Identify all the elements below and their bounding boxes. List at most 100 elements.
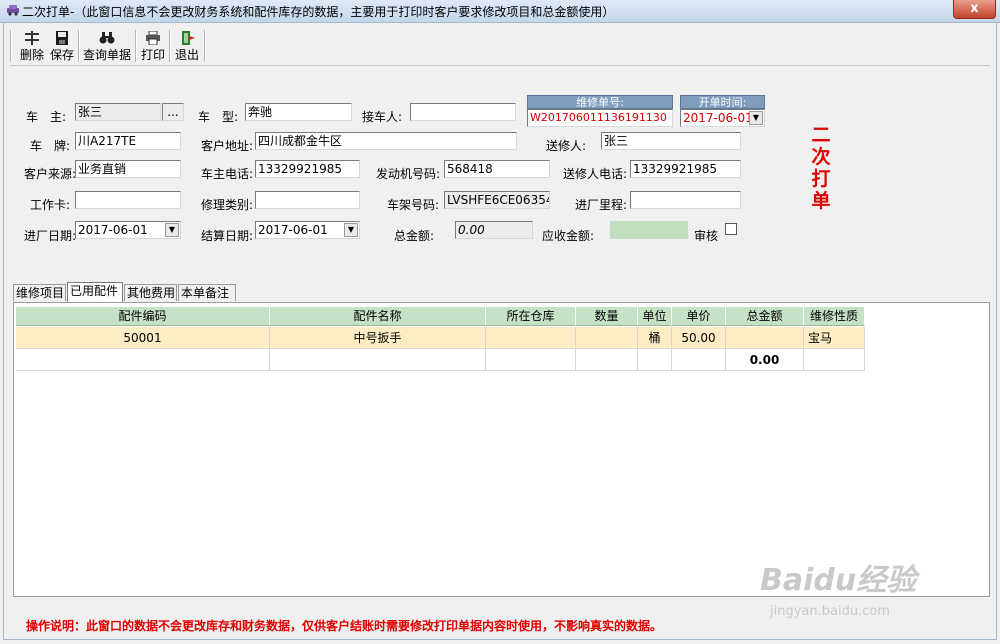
exit-button[interactable]: 退出: [173, 29, 201, 63]
floppy-disk-icon: [56, 31, 68, 45]
repair-type-input[interactable]: [255, 191, 360, 209]
table-cell[interactable]: 宝马: [804, 327, 865, 349]
workcard-input[interactable]: [75, 191, 181, 209]
table-cell[interactable]: [638, 349, 672, 371]
column-header[interactable]: 维修性质: [804, 307, 865, 326]
model-label: 车 型:: [198, 110, 239, 124]
sender-phone-label: 送修人电话:: [563, 167, 628, 181]
model-input[interactable]: 奔驰: [245, 103, 352, 121]
table-cell[interactable]: [486, 327, 576, 349]
receivable-input[interactable]: [610, 221, 688, 239]
plate-input[interactable]: 川A217TE: [75, 132, 181, 150]
sender-input[interactable]: 张三: [601, 132, 741, 150]
window-title: 二次打单-（此窗口信息不会更改财务系统和配件库存的数据，主要用于打印时客户要求修…: [22, 5, 615, 19]
save-label: 保存: [49, 48, 74, 62]
sender-label: 送修人:: [546, 139, 587, 153]
watermark: Baidu经验: [760, 563, 917, 598]
source-input[interactable]: 业务直销: [75, 160, 181, 178]
receiver-label: 接车人:: [362, 110, 403, 124]
tab-repair-items[interactable]: 维修项目: [13, 284, 66, 301]
owner-phone-label: 车主电话:: [201, 167, 254, 181]
plate-label: 车 牌:: [30, 139, 71, 153]
table-cell[interactable]: [726, 327, 804, 349]
exit-label: 退出: [174, 48, 199, 62]
table-cell[interactable]: 50001: [16, 327, 270, 349]
watermark-url: jingyan.baidu.com: [770, 604, 890, 619]
repair-type-label: 修理类别:: [201, 198, 254, 212]
delete-label: 删除: [19, 48, 44, 62]
repair-no-input[interactable]: W201706011136191130: [527, 109, 673, 127]
toolbar-separator: [78, 30, 80, 62]
toolbar-separator: [135, 30, 137, 62]
settle-date-value: 2017-06-01: [258, 223, 328, 237]
column-header[interactable]: 配件编码: [16, 307, 270, 326]
table-cell[interactable]: 桶: [638, 327, 672, 349]
settle-date-label: 结算日期:: [201, 229, 254, 243]
table-cell[interactable]: 0.00: [726, 349, 804, 371]
source-label: 客户来源:: [24, 167, 77, 181]
enter-date-select[interactable]: 2017-06-01 ▼: [75, 221, 181, 239]
delete-icon: [25, 31, 39, 45]
mileage-label: 进厂里程:: [575, 198, 628, 212]
audit-checkbox[interactable]: [725, 223, 737, 235]
vin-input[interactable]: LVSHFE6CE063548: [444, 191, 550, 209]
enter-date-label: 进厂日期:: [24, 229, 77, 243]
table-cell[interactable]: [672, 349, 726, 371]
owner-label: 车 主:: [26, 110, 67, 124]
toolbar-separator: [169, 30, 171, 62]
column-header[interactable]: 所在仓库: [486, 307, 576, 326]
parts-grid[interactable]: 配件编码 配件名称 所在仓库 数量 单位 单价 总金额 维修性质 50001 中…: [13, 302, 990, 597]
chevron-down-icon[interactable]: ▼: [749, 111, 763, 125]
side-title-char: 打: [811, 168, 831, 190]
open-time-value: 2017-06-01: [683, 111, 753, 125]
printer-icon: [146, 31, 160, 45]
engine-input[interactable]: 568418: [444, 160, 550, 178]
close-button[interactable]: x: [953, 0, 996, 19]
table-cell[interactable]: [576, 349, 638, 371]
receiver-input[interactable]: [410, 103, 516, 121]
delete-button[interactable]: 删除: [18, 29, 46, 63]
column-header[interactable]: 单价: [672, 307, 726, 326]
exit-door-icon: [182, 31, 195, 45]
table-cell[interactable]: 50.00: [672, 327, 726, 349]
column-header[interactable]: 总金额: [726, 307, 804, 326]
owner-input[interactable]: 张三: [75, 103, 161, 121]
binoculars-icon: [99, 32, 115, 44]
table-cell[interactable]: [804, 349, 865, 371]
total-input[interactable]: 0.00: [455, 221, 533, 239]
car-icon: [7, 5, 19, 16]
owner-browse-button[interactable]: ...: [162, 103, 184, 121]
table-cell[interactable]: [576, 327, 638, 349]
save-button[interactable]: 保存: [48, 29, 76, 63]
total-label: 总金额:: [394, 229, 435, 243]
table-cell[interactable]: [16, 349, 270, 371]
tab-used-parts[interactable]: 已用配件: [67, 282, 123, 302]
column-header[interactable]: 数量: [576, 307, 638, 326]
open-time-header: 开单时间:: [680, 95, 765, 109]
tab-notes[interactable]: 本单备注: [178, 284, 236, 301]
column-header[interactable]: 配件名称: [270, 307, 486, 326]
column-header[interactable]: 单位: [638, 307, 672, 326]
query-label: 查询单据: [82, 48, 131, 62]
enter-date-value: 2017-06-01: [78, 223, 148, 237]
toolbar: 删除 保存 查询单据 打印 退出: [10, 27, 990, 66]
table-cell[interactable]: [486, 349, 576, 371]
owner-phone-input[interactable]: 13329921985: [255, 160, 360, 178]
toolbar-separator: [10, 30, 12, 62]
print-button[interactable]: 打印: [139, 29, 167, 63]
open-time-select[interactable]: 2017-06-01 ▼: [680, 109, 765, 127]
mileage-input[interactable]: [630, 191, 741, 209]
query-button[interactable]: 查询单据: [82, 29, 132, 63]
print-label: 打印: [140, 48, 165, 62]
vin-label: 车架号码:: [387, 198, 440, 212]
table-cell[interactable]: [270, 349, 486, 371]
settle-date-select[interactable]: 2017-06-01 ▼: [255, 221, 360, 239]
address-input[interactable]: 四川成都金牛区: [255, 132, 517, 150]
side-title-char: 二: [811, 124, 831, 146]
chevron-down-icon[interactable]: ▼: [344, 223, 358, 237]
sender-phone-input[interactable]: 13329921985: [630, 160, 741, 178]
side-title: 二 次 打 单: [806, 124, 836, 212]
table-cell[interactable]: 中号扳手: [270, 327, 486, 349]
tab-other-fees[interactable]: 其他费用: [124, 284, 177, 301]
chevron-down-icon[interactable]: ▼: [165, 223, 179, 237]
